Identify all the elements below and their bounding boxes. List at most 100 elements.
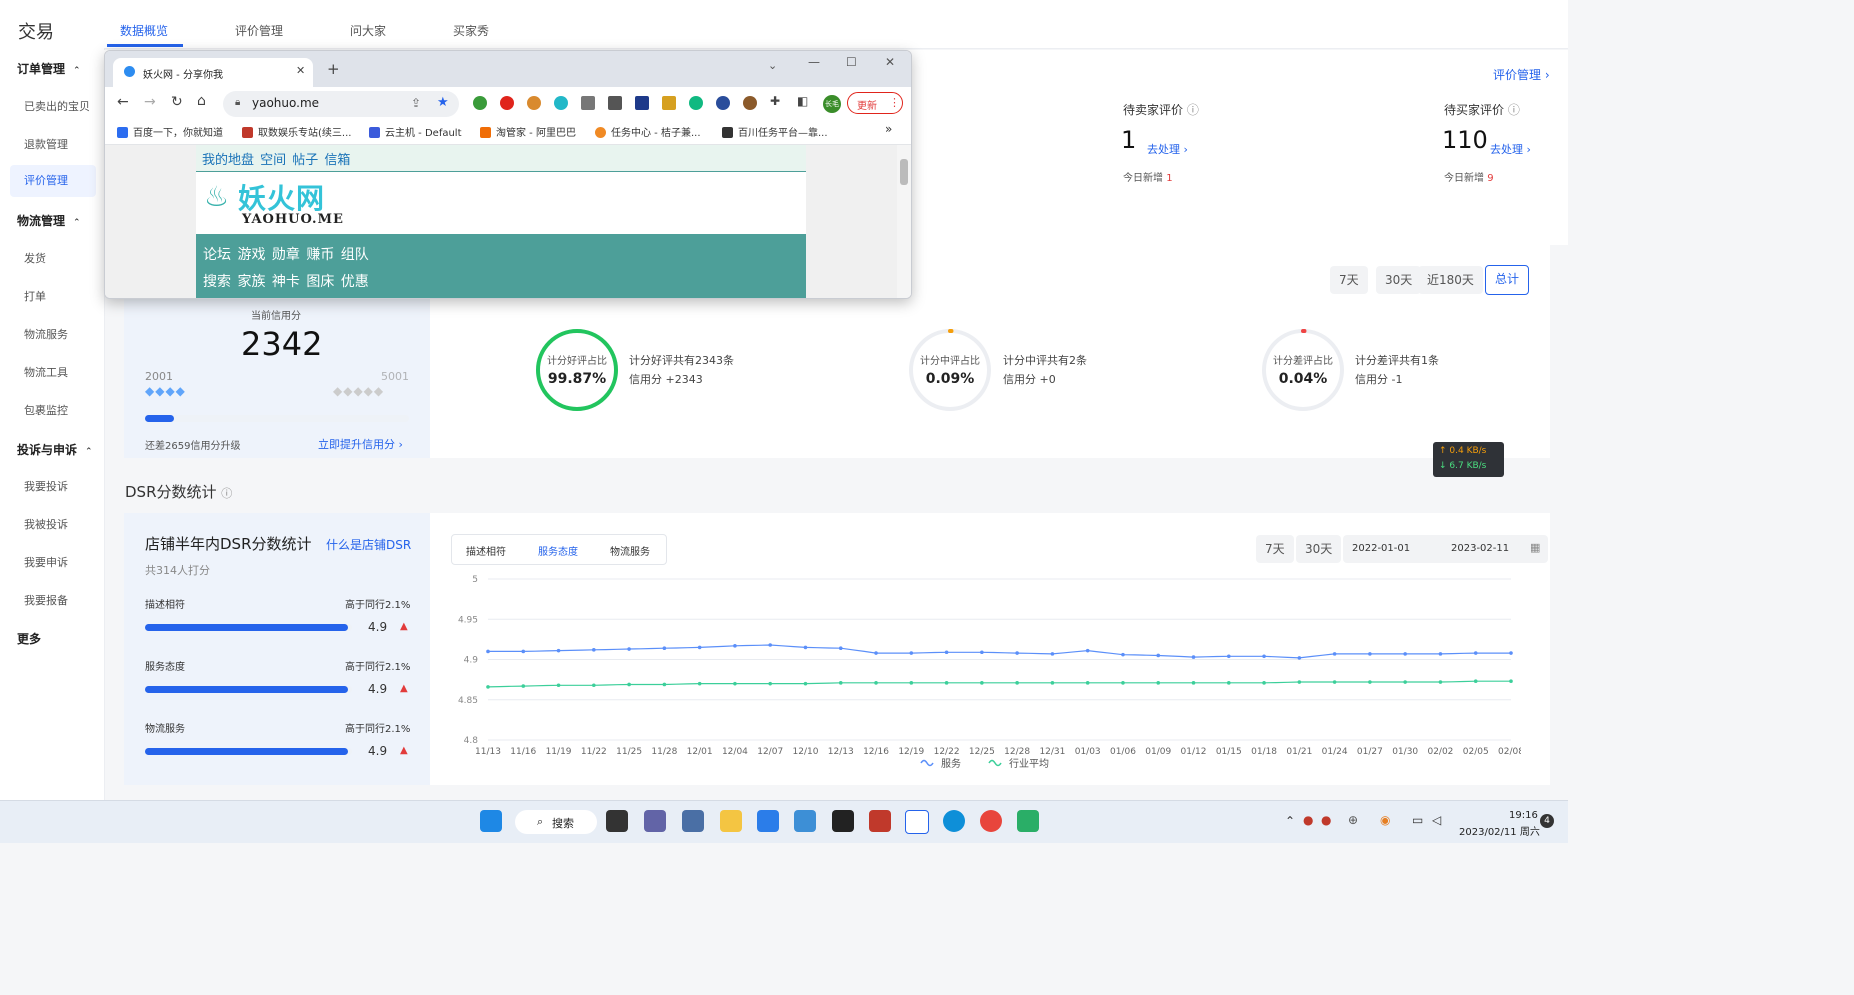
bookmark-item[interactable]: 任务中心 - 桔子兼... — [595, 124, 701, 139]
bookmark-item[interactable]: 百川任务平台—靠... — [722, 124, 828, 139]
extension-icon[interactable] — [635, 96, 649, 110]
close-tab-icon[interactable]: ✕ — [296, 64, 305, 77]
forward-icon[interactable]: → — [144, 94, 156, 110]
dsr-range-30d-button[interactable]: 30天 — [1296, 535, 1342, 563]
extension-icon[interactable] — [608, 96, 622, 110]
wechat-icon[interactable] — [1017, 810, 1039, 832]
more-bookmarks-icon[interactable]: » — [885, 122, 892, 136]
file-explorer-icon[interactable] — [720, 810, 742, 832]
date-end[interactable]: 2023-02-11 — [1451, 543, 1509, 554]
tab-logistics[interactable]: 物流服务 — [610, 543, 650, 558]
sidebar-item-appeal[interactable]: 我要申诉 — [24, 554, 68, 570]
sidebar-group-more[interactable]: 更多 — [17, 630, 41, 647]
clock-date[interactable]: 2023/02/11 周六 — [1459, 823, 1540, 838]
sidepanel-icon[interactable]: ◧ — [797, 94, 808, 108]
update-button[interactable]: 更新 ⋮ — [847, 92, 903, 114]
bookmark-item[interactable]: 云主机 - Default — [369, 124, 462, 139]
extension-icon[interactable] — [716, 96, 730, 110]
new-tab-button[interactable]: + — [327, 60, 340, 78]
site-nav-row1[interactable]: 论坛 游戏 勋章 赚币 组队 — [203, 244, 369, 264]
tray-icon[interactable]: ⊕ — [1348, 813, 1358, 827]
dsr-what-link[interactable]: 什么是店铺DSR — [326, 536, 411, 553]
clock-time[interactable]: 19:16 — [1509, 810, 1538, 821]
home-icon[interactable]: ⌂ — [197, 93, 206, 109]
sidebar-item-logistics-tools[interactable]: 物流工具 — [24, 364, 68, 380]
teams-icon[interactable] — [644, 810, 666, 832]
tab-reviews[interactable]: 评价管理 — [235, 22, 283, 39]
back-icon[interactable]: ← — [117, 94, 129, 110]
extension-icon[interactable] — [527, 96, 541, 110]
sidebar-item-parcel-monitor[interactable]: 包裹监控 — [24, 402, 68, 418]
date-range-picker[interactable]: 2022-01-01 2023-02-11 ▦ — [1343, 535, 1548, 563]
sidebar-item-report[interactable]: 我要报备 — [24, 592, 68, 608]
reload-icon[interactable]: ↻ — [171, 94, 183, 110]
taskbar-search[interactable]: ⌕ 搜索 — [515, 810, 597, 834]
upgrade-link[interactable]: 立即提升信用分 › — [318, 436, 403, 452]
extension-icon[interactable] — [662, 96, 676, 110]
extension-icon[interactable] — [689, 96, 703, 110]
range-7d-button[interactable]: 7天 — [1330, 266, 1368, 294]
sidebar-group-orders[interactable]: 订单管理 ⌃ — [17, 60, 81, 77]
pending-buyer-action[interactable]: 去处理 › — [1490, 141, 1531, 157]
extension-icon[interactable] — [473, 96, 487, 110]
calendar-icon[interactable]: ▦ — [1530, 541, 1540, 554]
app-icon[interactable] — [832, 810, 854, 832]
tray-icon[interactable]: ◉ — [1380, 813, 1390, 827]
network-icon[interactable]: ▭ — [1412, 813, 1423, 827]
sidebar-item-ship[interactable]: 发货 — [24, 250, 46, 266]
app-icon[interactable] — [682, 810, 704, 832]
notification-badge[interactable]: 4 — [1540, 814, 1554, 828]
range-30d-button[interactable]: 30天 — [1376, 266, 1422, 294]
maximize-icon[interactable]: ☐ — [846, 55, 857, 69]
app-icon[interactable] — [905, 810, 929, 834]
app-icon[interactable] — [757, 810, 779, 832]
sidebar-item-refund[interactable]: 退款管理 — [24, 136, 68, 152]
volume-icon[interactable]: ◁ — [1432, 813, 1441, 827]
scrollbar-thumb[interactable] — [900, 159, 908, 185]
extension-icon[interactable] — [554, 96, 568, 110]
sidebar-item-print[interactable]: 打单 — [24, 288, 46, 304]
star-icon[interactable]: ★ — [437, 95, 449, 110]
windows-start-icon[interactable] — [480, 810, 502, 832]
tab-service[interactable]: 服务态度 — [538, 543, 578, 558]
cookie-icon[interactable] — [743, 96, 757, 110]
url-text[interactable]: yaohuo.me — [252, 96, 319, 110]
extension-icon[interactable] — [500, 96, 514, 110]
tab-overview[interactable]: 数据概览 — [120, 22, 168, 39]
task-view-icon[interactable] — [606, 810, 628, 832]
sidebar-item-sold[interactable]: 已卖出的宝贝 — [24, 98, 90, 114]
bookmark-item[interactable]: 淘管家 - 阿里巴巴 — [480, 124, 576, 139]
sidebar-item-complained[interactable]: 我被投诉 — [24, 516, 68, 532]
app-icon[interactable] — [794, 810, 816, 832]
sidebar-item-reviews[interactable]: 评价管理 — [10, 165, 96, 197]
edge-icon[interactable] — [943, 810, 965, 832]
sidebar-group-complaints[interactable]: 投诉与申诉 ⌃ — [17, 441, 93, 458]
range-180d-button[interactable]: 近180天 — [1418, 266, 1483, 294]
bookmark-item[interactable]: 百度一下，你就知道 — [117, 124, 223, 139]
bookmark-item[interactable]: 取数娱乐专站(续三... — [242, 124, 351, 139]
site-nav-row2[interactable]: 搜索 家族 神卡 图床 优惠 — [203, 271, 369, 291]
sidebar-item-logistics-service[interactable]: 物流服务 — [24, 326, 68, 342]
address-bar[interactable]: 🔒︎ yaohuo.me ⇪ ★ — [223, 91, 459, 117]
puzzle-icon[interactable]: ✚ — [770, 94, 780, 108]
share-icon[interactable]: ⇪ — [411, 96, 421, 110]
dsr-range-7d-button[interactable]: 7天 — [1256, 535, 1294, 563]
tray-icon[interactable]: ● — [1321, 813, 1331, 827]
tab-search-icon[interactable]: ⌄ — [768, 59, 777, 72]
close-window-icon[interactable]: ✕ — [885, 55, 895, 69]
site-top-links[interactable]: 我的地盘 空间 帖子 信箱 — [202, 149, 350, 168]
sidebar-item-complain[interactable]: 我要投诉 — [24, 478, 68, 494]
pending-seller-action[interactable]: 去处理 › — [1147, 141, 1188, 157]
tab-describe[interactable]: 描述相符 — [466, 543, 506, 558]
range-total-button[interactable]: 总计 — [1485, 265, 1530, 295]
app-icon[interactable] — [869, 810, 891, 832]
date-start[interactable]: 2022-01-01 — [1352, 543, 1410, 554]
scrollbar[interactable] — [897, 145, 911, 298]
tab-qa[interactable]: 问大家 — [350, 22, 386, 39]
extension-icon[interactable] — [581, 96, 595, 110]
review-manage-link[interactable]: 评价管理 › — [1493, 66, 1550, 83]
profile-avatar[interactable]: 长毛 — [823, 95, 841, 113]
browser-tab[interactable]: 妖火网 - 分享你我 ✕ — [113, 58, 313, 87]
minimize-icon[interactable]: — — [808, 55, 820, 69]
chevron-up-icon[interactable]: ⌃ — [1285, 814, 1295, 828]
